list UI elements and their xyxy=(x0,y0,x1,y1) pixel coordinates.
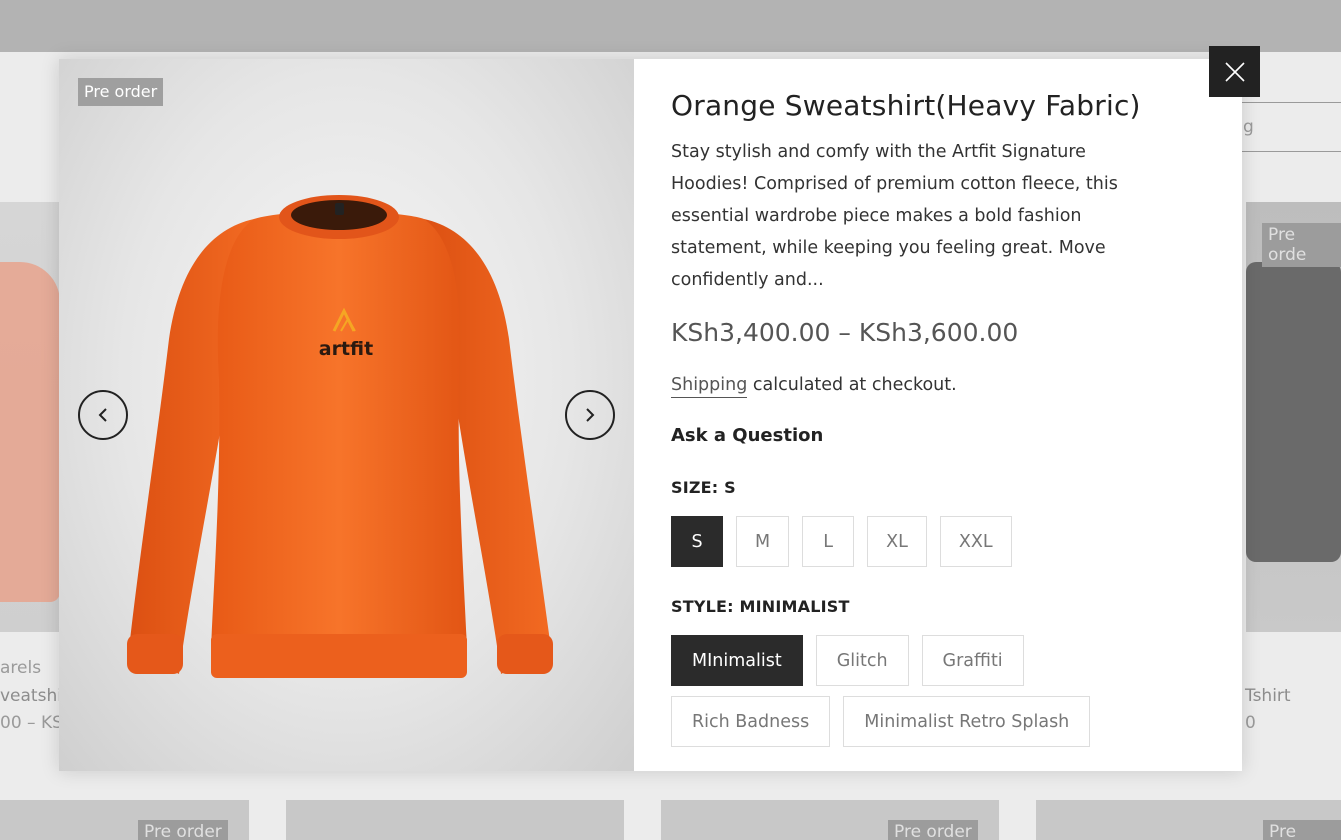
product-price: KSh3,400.00 – KSh3,600.00 xyxy=(671,318,1019,347)
background-preorder-badge: Pre orde xyxy=(1263,820,1341,840)
close-modal-button[interactable] xyxy=(1209,46,1260,97)
style-option-minimalist-retro-splash[interactable]: Minimalist Retro Splash xyxy=(843,696,1091,747)
background-product-title: Tshirt xyxy=(1245,686,1291,706)
size-option-s[interactable]: S xyxy=(671,516,723,567)
ask-question-link[interactable]: Ask a Question xyxy=(671,425,1211,446)
background-product-title: veatshi xyxy=(0,686,62,706)
preorder-badge: Pre order xyxy=(78,78,164,106)
shipping-link[interactable]: Shipping xyxy=(671,375,748,398)
background-product-price: 00 – KS xyxy=(0,713,63,733)
chevron-right-icon xyxy=(586,408,595,422)
size-option-xl[interactable]: XL xyxy=(867,516,927,567)
style-label: STYLE: MINIMALIST xyxy=(671,597,850,616)
style-option-glitch[interactable]: Glitch xyxy=(815,635,909,686)
style-option-graffiti[interactable]: Graffiti xyxy=(921,635,1024,686)
quick-view-modal: Pre order artfit Orange Sweatshirt(Heavy… xyxy=(59,59,1242,771)
background-product-vendor: arels xyxy=(0,658,42,678)
background-preorder-badge: Pre orde xyxy=(1262,223,1341,267)
style-option-minimalist[interactable]: MInimalist xyxy=(671,635,803,686)
shipping-note-text: calculated at checkout. xyxy=(747,375,957,395)
background-product-card xyxy=(286,800,624,840)
product-details: Orange Sweatshirt(Heavy Fabric) Stay sty… xyxy=(671,89,1211,771)
close-icon xyxy=(1224,61,1245,82)
product-title: Orange Sweatshirt(Heavy Fabric) xyxy=(671,89,1141,122)
chevron-left-icon xyxy=(98,408,107,422)
background-product-card-image xyxy=(0,202,60,632)
background-header xyxy=(0,0,1341,52)
previous-image-button[interactable] xyxy=(78,390,128,440)
size-option-m[interactable]: M xyxy=(736,516,790,567)
product-image: artfit xyxy=(127,195,553,678)
size-options: S M L XL XXL xyxy=(671,516,1211,567)
next-image-button[interactable] xyxy=(565,390,615,440)
logo-text: artfit xyxy=(319,338,373,360)
background-preorder-badge: Pre order xyxy=(138,820,228,840)
product-description: Stay stylish and comfy with the Artfit S… xyxy=(671,142,1118,290)
background-product-price: 0 xyxy=(1245,713,1256,733)
size-label: SIZE: S xyxy=(671,478,736,497)
background-preorder-badge: Pre order xyxy=(888,820,978,840)
shipping-note: Shipping calculated at checkout. xyxy=(671,375,1211,398)
style-options: MInimalist Glitch Graffiti Rich Badness … xyxy=(671,635,1141,747)
style-option-rich-badness[interactable]: Rich Badness xyxy=(671,696,831,747)
size-option-l[interactable]: L xyxy=(802,516,855,567)
size-option-xxl[interactable]: XXL xyxy=(939,516,1012,567)
product-gallery: Pre order artfit xyxy=(59,59,634,771)
